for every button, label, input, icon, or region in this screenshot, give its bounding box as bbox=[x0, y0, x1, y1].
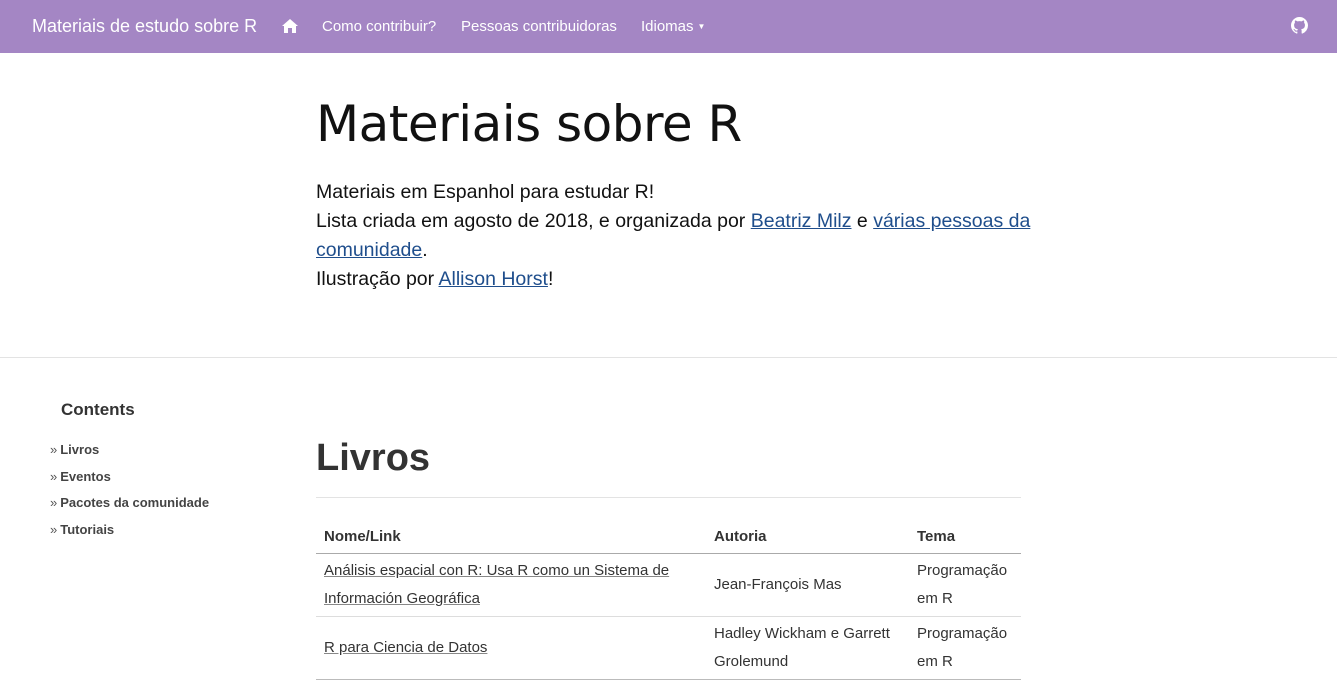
illustrator-link[interactable]: Allison Horst bbox=[438, 268, 547, 290]
nav-link-people[interactable]: Pessoas contribuidoras bbox=[461, 17, 617, 37]
toc-item-eventos[interactable]: » Eventos bbox=[50, 468, 209, 495]
cell-name: Análisis espacial con R: Usa R como un S… bbox=[316, 553, 706, 617]
column-header-name: Nome/Link bbox=[316, 523, 706, 554]
nav-languages-label: Idiomas bbox=[641, 18, 694, 35]
table-row: R para Ciencia de Datos Hadley Wickham e… bbox=[316, 616, 1021, 680]
hero-line-3: Ilustração por Allison Horst! bbox=[316, 265, 1036, 294]
author-link-beatriz[interactable]: Beatriz Milz bbox=[751, 210, 852, 232]
hero-line-3-prefix: Ilustração por bbox=[316, 268, 439, 290]
hero-line-2-prefix: Lista criada em agosto de 2018, e organi… bbox=[316, 210, 751, 232]
page-title: Materiais sobre R bbox=[316, 95, 742, 153]
hero-line-1: Materiais em Espanhol para estudar R! bbox=[316, 181, 655, 203]
toc-item-label: Pacotes da comunidade bbox=[60, 495, 210, 511]
toc-item-tutoriais[interactable]: » Tutoriais bbox=[50, 521, 209, 548]
raquo-icon: » bbox=[50, 442, 58, 457]
cell-author: Jean-François Mas bbox=[706, 553, 909, 617]
raquo-icon: » bbox=[50, 468, 58, 484]
book-link[interactable]: Análisis espacial con R: Usa R como un S… bbox=[324, 562, 669, 607]
nav-dropdown-languages[interactable]: Idiomas ▼ bbox=[641, 17, 705, 37]
hero-line-2: Lista criada em agosto de 2018, e organi… bbox=[316, 207, 1036, 265]
hero-line-2-mid: e bbox=[851, 210, 874, 232]
table-row: Análisis espacial con R: Usa R como un S… bbox=[316, 553, 1021, 617]
toc-title: Contents bbox=[61, 400, 135, 419]
raquo-icon: » bbox=[50, 522, 58, 538]
hero-line-3-suffix: ! bbox=[547, 268, 554, 290]
table-header-row: Nome/Link Autoria Tema bbox=[316, 523, 1021, 554]
cell-name: R para Ciencia de Datos bbox=[316, 616, 706, 680]
github-icon[interactable] bbox=[1291, 17, 1308, 34]
section-title: Livros bbox=[316, 437, 431, 479]
site-brand[interactable]: Materiais de estudo sobre R bbox=[32, 15, 257, 37]
toc-list: » Livros » Eventos » Pacotes da comunidade … bbox=[50, 441, 209, 548]
toc-item-livros[interactable]: » Livros bbox=[50, 441, 209, 468]
hero-line-2-suffix: . bbox=[422, 239, 428, 261]
cell-topic: Programação em R bbox=[909, 553, 1021, 617]
section-divider bbox=[316, 497, 1021, 498]
hero-divider bbox=[0, 357, 1337, 358]
cell-topic: Programação em R bbox=[909, 616, 1021, 680]
hero-description: Materiais em Espanhol para estudar R! Li… bbox=[316, 178, 1036, 294]
books-table: Nome/Link Autoria Tema Análisis espacial… bbox=[316, 523, 1021, 680]
toc-item-label: Livros bbox=[60, 442, 100, 457]
toc-item-label: Eventos bbox=[60, 468, 111, 484]
raquo-icon: » bbox=[50, 495, 58, 511]
cell-author: Hadley Wickham e Garrett Grolemund bbox=[706, 616, 909, 680]
column-header-topic: Tema bbox=[909, 523, 1021, 554]
book-link[interactable]: R para Ciencia de Datos bbox=[324, 639, 487, 656]
column-header-author: Autoria bbox=[706, 523, 909, 554]
toc-item-label: Tutoriais bbox=[60, 522, 115, 538]
home-icon[interactable] bbox=[281, 17, 299, 35]
toc-item-pacotes[interactable]: » Pacotes da comunidade bbox=[50, 494, 209, 521]
caret-down-icon: ▼ bbox=[697, 22, 706, 31]
nav-link-contribute[interactable]: Como contribuir? bbox=[322, 17, 436, 37]
top-navbar: Materiais de estudo sobre R Como contrib… bbox=[0, 0, 1337, 53]
